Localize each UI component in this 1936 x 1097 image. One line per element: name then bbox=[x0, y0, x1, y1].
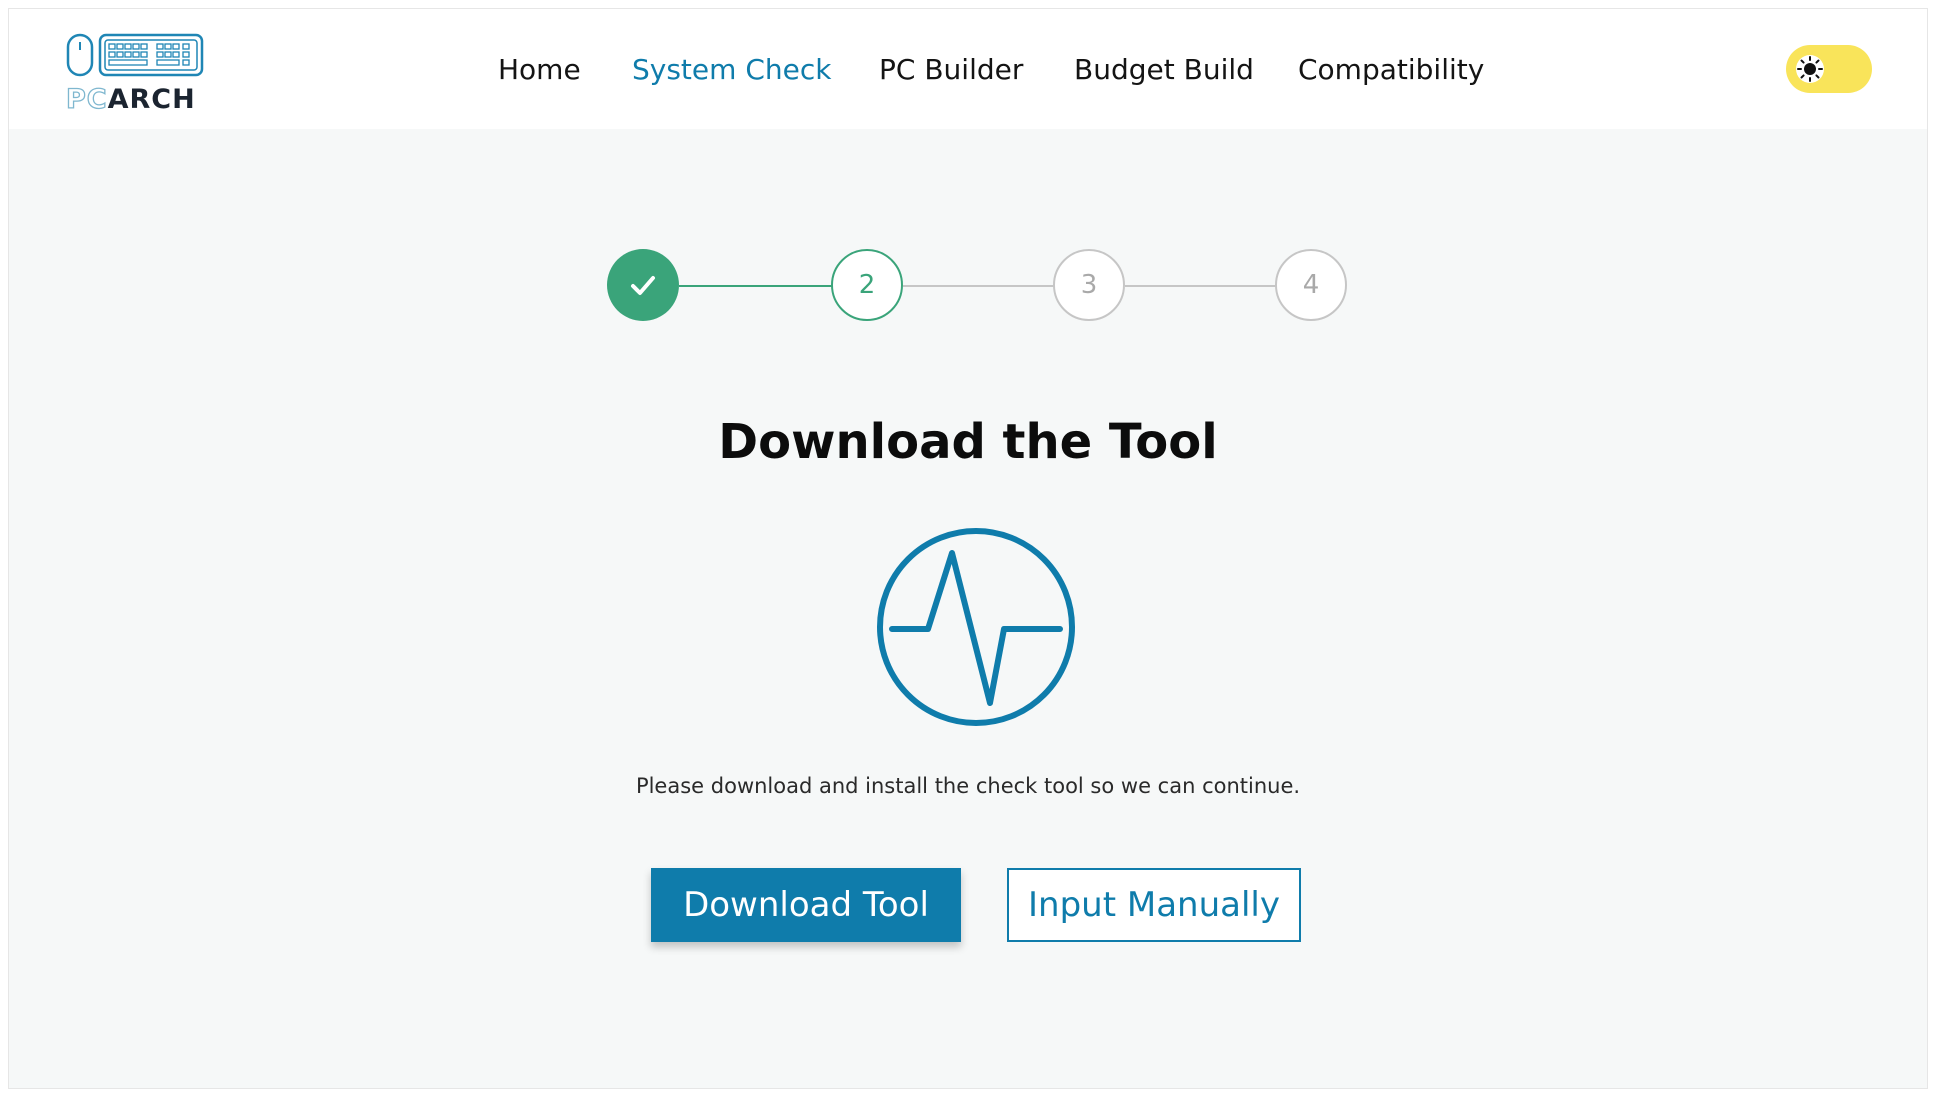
step-3: 3 bbox=[1053, 249, 1125, 321]
step-1-completed bbox=[607, 249, 679, 321]
step-connector-2 bbox=[903, 285, 1055, 287]
app-window: PCARCH Home System Check PC Builder Budg… bbox=[8, 8, 1928, 1089]
step-connector-1 bbox=[679, 285, 833, 287]
progress-stepper: 2 3 4 bbox=[9, 9, 1927, 409]
step-2-current: 2 bbox=[831, 249, 903, 321]
download-tool-button[interactable]: Download Tool bbox=[651, 868, 961, 942]
page-title: Download the Tool bbox=[718, 414, 1218, 470]
check-icon bbox=[631, 276, 655, 295]
step-connector-3 bbox=[1125, 285, 1277, 287]
pulse-icon bbox=[877, 528, 1075, 726]
step-4: 4 bbox=[1275, 249, 1347, 321]
input-manually-button[interactable]: Input Manually bbox=[1007, 868, 1301, 942]
instruction-text: Please download and install the check to… bbox=[635, 774, 1301, 798]
